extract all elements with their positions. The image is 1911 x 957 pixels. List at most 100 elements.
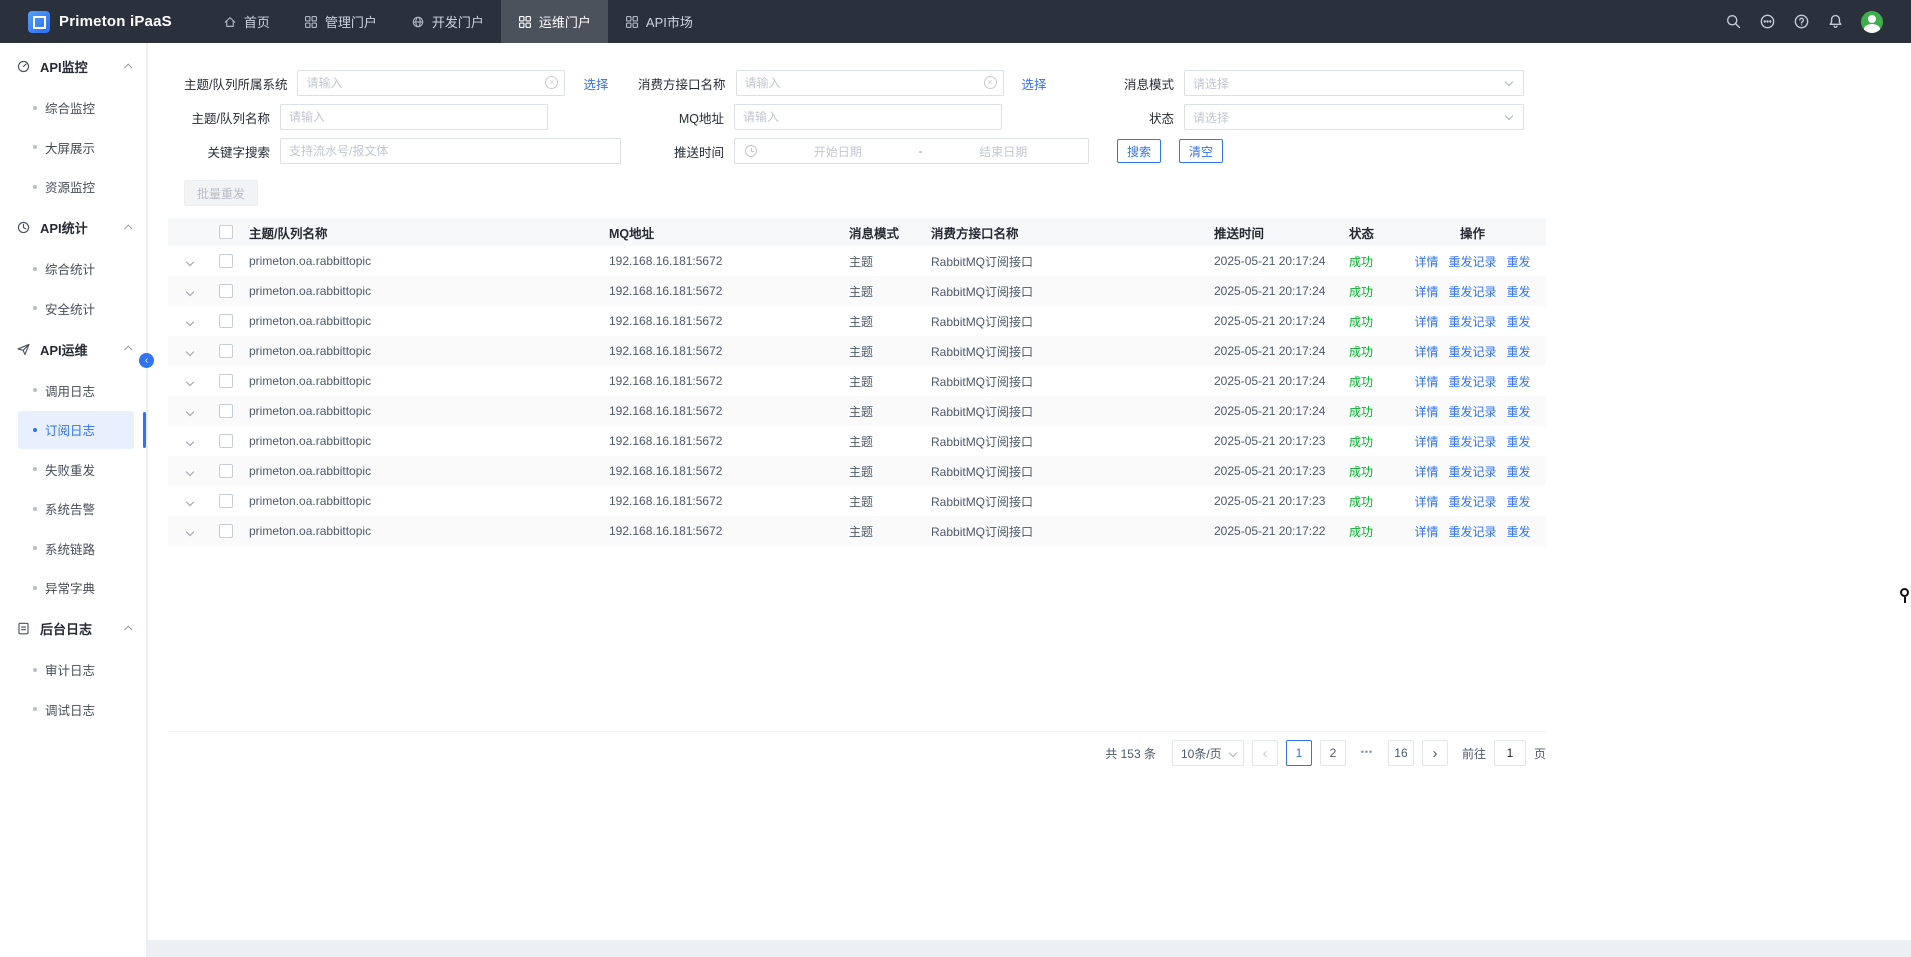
row-checkbox[interactable] [219,254,233,268]
row-expand-icon[interactable] [185,468,193,476]
row-checkbox[interactable] [219,494,233,508]
topic-filter-input[interactable] [280,104,548,130]
row-checkbox[interactable] [219,284,233,298]
detail-link[interactable]: 详情 [1414,495,1438,509]
resend-record-link[interactable]: 重发记录 [1448,525,1496,539]
resend-record-link[interactable]: 重发记录 [1448,375,1496,389]
detail-link[interactable]: 详情 [1414,525,1438,539]
detail-link[interactable]: 详情 [1414,315,1438,329]
resend-record-link[interactable]: 重发记录 [1448,495,1496,509]
select-all-checkbox[interactable] [219,225,233,239]
sidebar-item-system-trace[interactable]: 系统链路 [18,529,134,567]
row-checkbox[interactable] [219,374,233,388]
clear-input-icon[interactable]: × [984,76,997,89]
row-expand-icon[interactable] [185,438,193,446]
sidebar-group-api-monitor[interactable]: API监控 [0,46,146,87]
sidebar-item-security-stats[interactable]: 安全统计 [18,289,134,327]
nav-item-api-market[interactable]: API市场 [608,0,710,43]
resend-record-link[interactable]: 重发记录 [1448,435,1496,449]
resend-link[interactable]: 重发 [1507,315,1531,329]
status-filter-select[interactable]: 请选择 [1184,104,1524,130]
clear-button[interactable]: 清空 [1179,139,1223,163]
assistant-icon[interactable] [1759,13,1776,30]
help-icon[interactable] [1793,13,1810,30]
sidebar-item-system-alarm[interactable]: 系统告警 [18,490,134,528]
select-system-link[interactable]: 选择 [583,74,608,93]
sidebar-item-big-screen[interactable]: 大屏展示 [18,128,134,166]
user-avatar[interactable] [1861,11,1883,33]
consumer-filter-input[interactable] [736,70,1004,96]
page-size-select[interactable]: 10条/页 [1172,740,1244,766]
resend-link[interactable]: 重发 [1507,495,1531,509]
resend-link[interactable]: 重发 [1507,465,1531,479]
sidebar-item-audit-log[interactable]: 审计日志 [18,651,134,689]
next-page-button[interactable]: › [1422,740,1448,766]
nav-item-home[interactable]: 首页 [206,0,287,43]
push-time-range-picker[interactable]: 开始日期 - 结束日期 [734,138,1089,164]
sidebar-item-fail-resend[interactable]: 失败重发 [18,450,134,488]
detail-link[interactable]: 详情 [1414,405,1438,419]
resend-link[interactable]: 重发 [1507,405,1531,419]
resend-record-link[interactable]: 重发记录 [1448,405,1496,419]
sidebar-group-api-ops[interactable]: API运维 [0,329,146,370]
batch-resend-button[interactable]: 批量重发 [184,180,258,206]
resend-link[interactable]: 重发 [1507,525,1531,539]
row-checkbox[interactable] [219,524,233,538]
page-ellipsis[interactable]: ••• [1354,740,1380,766]
end-date-placeholder[interactable]: 结束日期 [929,143,1079,160]
resend-record-link[interactable]: 重发记录 [1448,345,1496,359]
sidebar-group-backend-log[interactable]: 后台日志 [0,608,146,649]
system-filter-input[interactable] [297,70,565,96]
page-button-1[interactable]: 1 [1286,740,1312,766]
row-expand-icon[interactable] [185,318,193,326]
detail-link[interactable]: 详情 [1414,345,1438,359]
detail-link[interactable]: 详情 [1414,435,1438,449]
detail-link[interactable]: 详情 [1414,285,1438,299]
start-date-placeholder[interactable]: 开始日期 [763,143,913,160]
row-checkbox[interactable] [219,464,233,478]
sidebar-item-comprehensive-stats[interactable]: 综合统计 [18,250,134,288]
row-checkbox[interactable] [219,404,233,418]
goto-page-input[interactable] [1494,740,1526,766]
keyword-filter-input[interactable] [280,138,621,164]
select-consumer-link[interactable]: 选择 [1022,74,1047,93]
row-checkbox[interactable] [219,314,233,328]
row-checkbox[interactable] [219,344,233,358]
bell-icon[interactable] [1827,13,1844,30]
resend-link[interactable]: 重发 [1507,255,1531,269]
sidebar-item-exception-dict[interactable]: 异常字典 [18,569,134,607]
resend-record-link[interactable]: 重发记录 [1448,465,1496,479]
resend-record-link[interactable]: 重发记录 [1448,315,1496,329]
page-button-16[interactable]: 16 [1388,740,1414,766]
detail-link[interactable]: 详情 [1414,375,1438,389]
row-expand-icon[interactable] [185,288,193,296]
nav-item-dev-portal[interactable]: 开发门户 [394,0,501,43]
detail-link[interactable]: 详情 [1414,255,1438,269]
mode-filter-select[interactable]: 请选择 [1184,70,1524,96]
search-icon[interactable] [1725,13,1742,30]
sidebar-item-subscribe-log[interactable]: 订阅日志 [18,411,134,449]
sidebar-item-debug-log[interactable]: 调试日志 [18,690,134,728]
sidebar-group-api-stats[interactable]: API统计 [0,207,146,248]
map-pin-icon[interactable] [1900,588,1910,604]
resend-link[interactable]: 重发 [1507,285,1531,299]
resend-link[interactable]: 重发 [1507,375,1531,389]
detail-link[interactable]: 详情 [1414,465,1438,479]
sidebar-item-comprehensive-monitor[interactable]: 综合监控 [18,89,134,127]
row-expand-icon[interactable] [185,378,193,386]
page-button-2[interactable]: 2 [1320,740,1346,766]
resend-record-link[interactable]: 重发记录 [1448,285,1496,299]
nav-item-ops-portal[interactable]: 运维门户 [501,0,608,43]
prev-page-button[interactable]: ‹ [1252,740,1278,766]
resend-link[interactable]: 重发 [1507,345,1531,359]
resend-link[interactable]: 重发 [1507,435,1531,449]
row-checkbox[interactable] [219,434,233,448]
nav-item-management-portal[interactable]: 管理门户 [287,0,394,43]
sidebar-collapse-toggle[interactable]: ‹ [139,353,154,368]
row-expand-icon[interactable] [185,498,193,506]
row-expand-icon[interactable] [185,528,193,536]
sidebar-item-invoke-log[interactable]: 调用日志 [18,371,134,409]
resend-record-link[interactable]: 重发记录 [1448,255,1496,269]
row-expand-icon[interactable] [185,408,193,416]
row-expand-icon[interactable] [185,258,193,266]
